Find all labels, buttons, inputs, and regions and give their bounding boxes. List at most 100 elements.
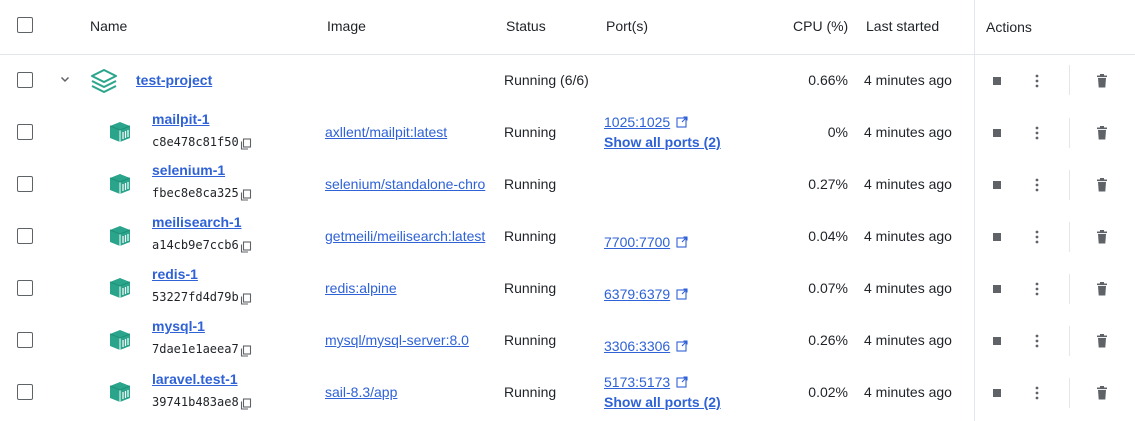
more-options-icon[interactable]: [1027, 123, 1047, 143]
row-checkbox[interactable]: [17, 280, 33, 296]
more-options-icon[interactable]: [1027, 175, 1047, 195]
container-status: Running: [504, 124, 557, 140]
actions-separator: [1069, 326, 1070, 356]
delete-icon[interactable]: [1092, 331, 1112, 351]
external-link-icon[interactable]: [676, 339, 688, 355]
external-link-icon[interactable]: [676, 375, 688, 391]
actions-separator: [1069, 222, 1070, 252]
port-mapping: 6379:6379: [604, 286, 688, 303]
column-header-cpu[interactable]: CPU (%): [793, 18, 848, 34]
stop-icon[interactable]: [987, 175, 1007, 195]
image-link[interactable]: selenium/standalone-chro: [325, 176, 497, 192]
port-link[interactable]: 6379:6379: [604, 286, 670, 302]
container-last-started: 4 minutes ago: [864, 384, 952, 400]
stack-layers-icon: [90, 68, 118, 97]
copy-icon[interactable]: [240, 137, 252, 150]
container-id: 39741b483ae8: [152, 395, 239, 409]
column-header-status[interactable]: Status: [506, 18, 546, 34]
container-last-started: 4 minutes ago: [864, 176, 952, 192]
container-name-link[interactable]: laravel.test-1: [152, 371, 238, 387]
external-link-icon[interactable]: [676, 115, 688, 131]
row-checkbox[interactable]: [17, 124, 33, 140]
port-mapping: 1025:1025: [604, 114, 688, 131]
container-last-started: 4 minutes ago: [864, 124, 952, 140]
port-mapping: 5173:5173: [604, 374, 688, 391]
container-status: Running: [504, 332, 557, 348]
container-icon: [107, 172, 133, 199]
chevron-down-icon[interactable]: [58, 72, 72, 89]
container-name-link[interactable]: selenium-1: [152, 162, 225, 178]
container-name-link[interactable]: mysql-1: [152, 318, 205, 334]
stop-icon[interactable]: [987, 279, 1007, 299]
delete-icon[interactable]: [1092, 227, 1112, 247]
image-link[interactable]: sail-8.3/app: [325, 384, 497, 400]
more-options-icon[interactable]: [1027, 383, 1047, 403]
select-all-checkbox[interactable]: [17, 17, 33, 33]
external-link-icon[interactable]: [676, 287, 688, 303]
copy-icon[interactable]: [240, 188, 252, 201]
actions-separator: [1069, 274, 1070, 304]
container-name-link[interactable]: meilisearch-1: [152, 214, 242, 230]
container-status: Running: [504, 228, 557, 244]
container-cpu: 0.26%: [808, 332, 848, 348]
container-id: 53227fd4d79b: [152, 290, 239, 304]
delete-icon[interactable]: [1092, 123, 1112, 143]
show-all-ports-link[interactable]: Show all ports (2): [604, 394, 721, 410]
stop-icon[interactable]: [987, 123, 1007, 143]
port-mapping: 3306:3306: [604, 338, 688, 355]
container-status: Running: [504, 384, 557, 400]
container-cpu: 0.07%: [808, 280, 848, 296]
row-checkbox[interactable]: [17, 332, 33, 348]
more-options-icon[interactable]: [1027, 279, 1047, 299]
column-header-image[interactable]: Image: [327, 18, 366, 34]
table-header: [0, 0, 1135, 55]
port-link[interactable]: 7700:7700: [604, 234, 670, 250]
container-id: 7dae1e1aeea7: [152, 342, 239, 356]
copy-icon[interactable]: [240, 344, 252, 357]
container-id: a14cb9e7ccb6: [152, 238, 239, 252]
row-checkbox[interactable]: [17, 228, 33, 244]
show-all-ports-link[interactable]: Show all ports (2): [604, 134, 721, 150]
stop-icon[interactable]: [987, 71, 1007, 91]
port-link[interactable]: 3306:3306: [604, 338, 670, 354]
column-header-last-started[interactable]: Last started: [866, 18, 939, 34]
container-cpu: 0.27%: [808, 176, 848, 192]
container-name-link[interactable]: mailpit-1: [152, 111, 210, 127]
delete-icon[interactable]: [1092, 279, 1112, 299]
actions-separator: [1069, 378, 1070, 408]
stop-icon[interactable]: [987, 227, 1007, 247]
port-link[interactable]: 1025:1025: [604, 114, 670, 130]
container-name-link[interactable]: redis-1: [152, 266, 198, 282]
column-header-name[interactable]: Name: [90, 18, 127, 34]
row-checkbox[interactable]: [17, 384, 33, 400]
image-link[interactable]: axllent/mailpit:latest: [325, 124, 497, 140]
image-link[interactable]: getmeili/meilisearch:latest: [325, 228, 497, 244]
column-header-actions: Actions: [986, 19, 1032, 35]
column-header-ports[interactable]: Port(s): [606, 18, 648, 34]
group-name-link[interactable]: test-project: [136, 72, 212, 88]
more-options-icon[interactable]: [1027, 71, 1047, 91]
delete-icon[interactable]: [1092, 71, 1112, 91]
actions-column-divider: [974, 0, 975, 421]
copy-icon[interactable]: [240, 397, 252, 410]
container-status: Running: [504, 280, 557, 296]
more-options-icon[interactable]: [1027, 227, 1047, 247]
image-link[interactable]: mysql/mysql-server:8.0: [325, 332, 497, 348]
container-icon: [107, 380, 133, 407]
copy-icon[interactable]: [240, 240, 252, 253]
stop-icon[interactable]: [987, 331, 1007, 351]
delete-icon[interactable]: [1092, 383, 1112, 403]
stop-icon[interactable]: [987, 383, 1007, 403]
actions-separator: [1069, 170, 1070, 200]
container-cpu: 0%: [827, 124, 848, 140]
container-last-started: 4 minutes ago: [864, 228, 952, 244]
row-checkbox[interactable]: [17, 176, 33, 192]
image-link[interactable]: redis:alpine: [325, 280, 497, 296]
delete-icon[interactable]: [1092, 175, 1112, 195]
port-link[interactable]: 5173:5173: [604, 374, 670, 390]
more-options-icon[interactable]: [1027, 331, 1047, 351]
container-icon: [107, 328, 133, 355]
copy-icon[interactable]: [240, 292, 252, 305]
external-link-icon[interactable]: [676, 235, 688, 251]
row-checkbox[interactable]: [17, 72, 33, 88]
